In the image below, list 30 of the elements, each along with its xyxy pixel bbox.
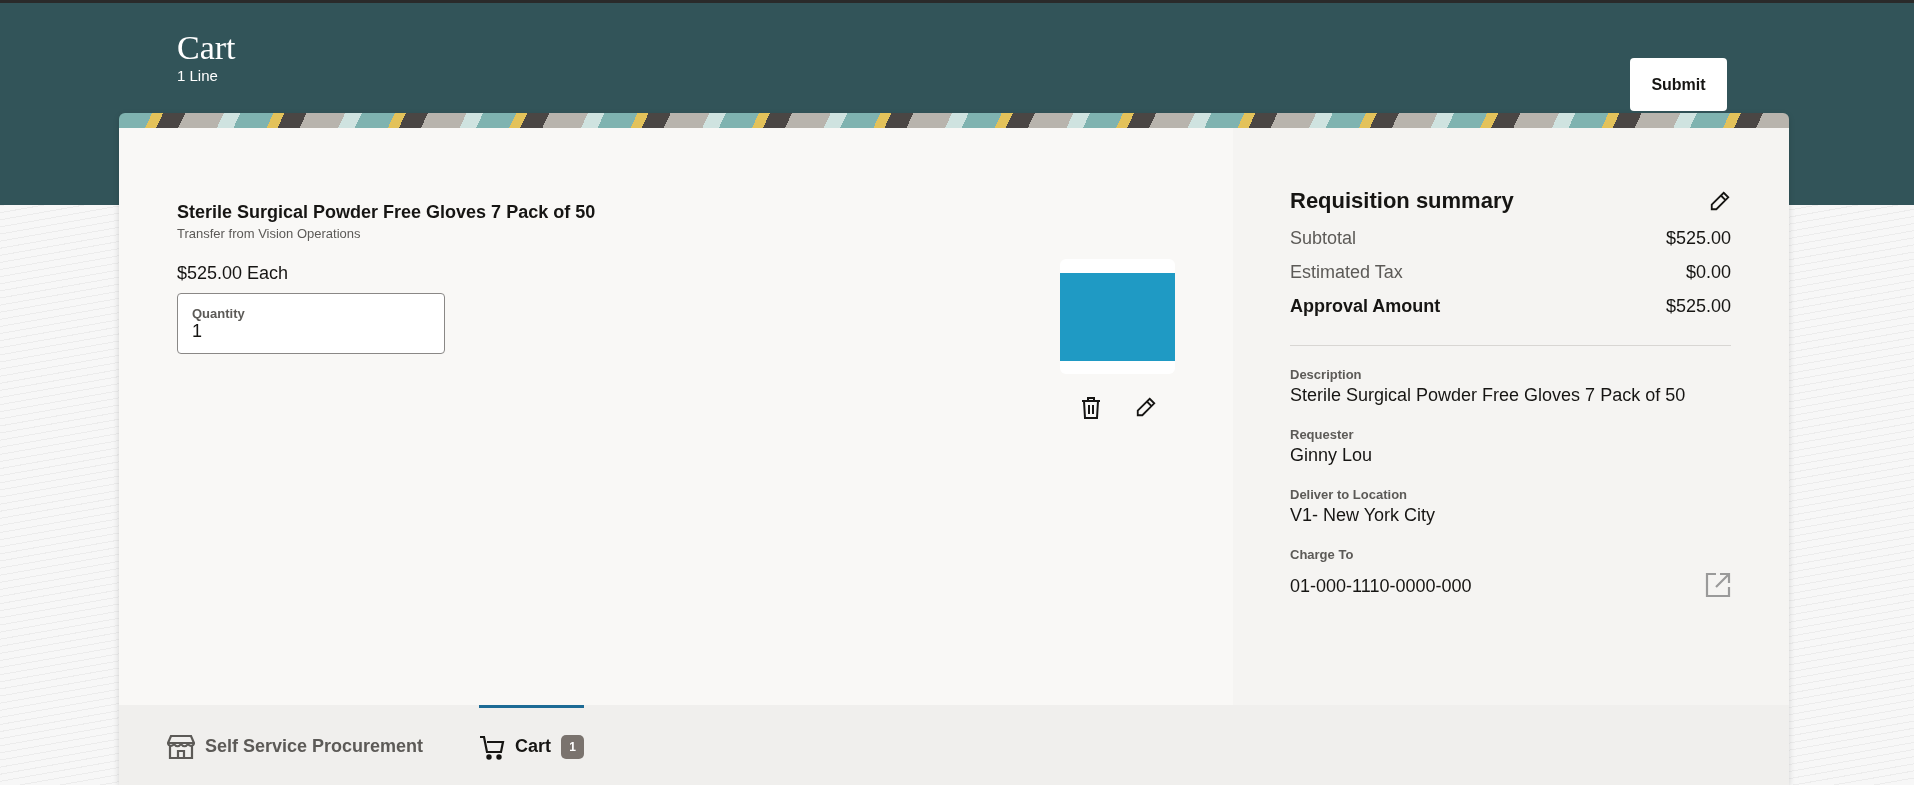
detail-value: V1- New York City bbox=[1290, 505, 1437, 526]
nav-tab[interactable]: Self Service Procurement bbox=[167, 705, 434, 785]
detail-label: Requester bbox=[1290, 427, 1355, 442]
nav-tab[interactable]: Cart 1 bbox=[479, 705, 584, 785]
cart-icon bbox=[479, 733, 506, 760]
pencil-icon[interactable] bbox=[1134, 396, 1157, 418]
page-title: Cart bbox=[177, 29, 236, 67]
summary-title: Requisition summary bbox=[1290, 188, 1514, 214]
summary-label: Estimated Tax bbox=[1290, 262, 1403, 283]
store-icon bbox=[167, 733, 195, 760]
external-link-icon[interactable] bbox=[1705, 572, 1731, 598]
submit-button[interactable]: Submit bbox=[1630, 58, 1727, 111]
summary-amount: $525.00 bbox=[1665, 296, 1731, 317]
line-count: 1 Line bbox=[177, 67, 219, 84]
detail-label: Deliver to Location bbox=[1290, 487, 1409, 502]
item-price: $525.00 Each bbox=[177, 263, 290, 284]
detail-value: 01-000-1110-0000-000 bbox=[1290, 576, 1472, 597]
detail-label: Description bbox=[1290, 367, 1363, 382]
count-badge: 1 bbox=[561, 734, 584, 759]
summary-label: Approval Amount bbox=[1290, 296, 1441, 317]
item-source: Transfer from Vision Operations bbox=[177, 226, 362, 241]
item-title: Sterile Surgical Powder Free Gloves 7 Pack of 50 bbox=[177, 202, 596, 223]
pencil-icon[interactable] bbox=[1709, 190, 1731, 212]
detail-label: Charge To bbox=[1290, 547, 1355, 562]
quantity-field[interactable]: Quantity 1 bbox=[177, 293, 445, 354]
summary-label: Subtotal bbox=[1290, 228, 1357, 249]
summary-amount: $525.00 bbox=[1665, 228, 1731, 249]
summary-amount: $0.00 bbox=[1685, 262, 1731, 283]
detail-value: Ginny Lou bbox=[1290, 445, 1374, 466]
detail-value: Sterile Surgical Powder Free Gloves 7 Pack of 50 bbox=[1290, 385, 1687, 406]
